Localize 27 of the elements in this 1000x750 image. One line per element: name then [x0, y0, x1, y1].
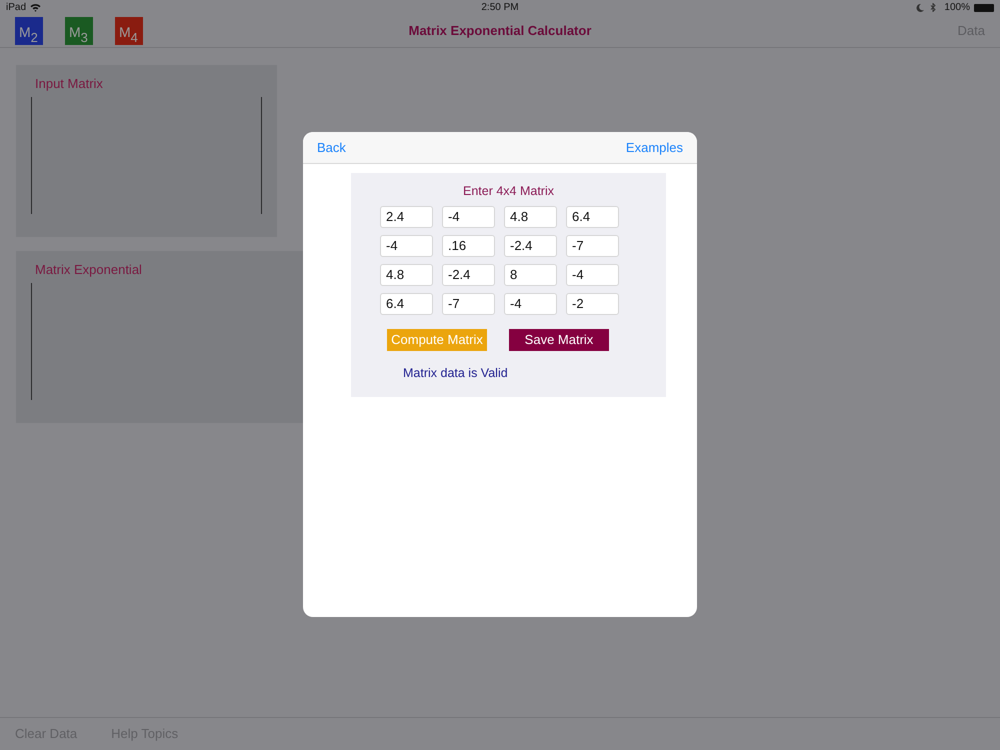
matrix-input-field[interactable]: -2 [566, 292, 619, 315]
carrier-label: iPad [6, 1, 26, 15]
matrix-input-field[interactable]: -4 [380, 234, 433, 257]
matrix-input-field[interactable]: -7 [442, 292, 495, 315]
matrix-input-field[interactable]: -4 [504, 292, 557, 315]
matrix-input-field[interactable]: 6.4 [566, 206, 619, 228]
matrix-heading: Enter 4x4 Matrix [462, 183, 555, 200]
save-button[interactable]: Save Matrix [509, 328, 609, 351]
matrix-input-field[interactable]: 2.4 [380, 206, 433, 228]
matrix-input-field[interactable]: -2.4 [442, 264, 495, 286]
matrix-input-field[interactable]: 6.4 [380, 292, 433, 315]
matrix-input-field[interactable]: 8 [504, 264, 557, 286]
battery-icon [974, 4, 994, 12]
wifi-icon [30, 3, 42, 12]
matrix-input-field[interactable]: 4.8 [504, 206, 557, 228]
matrix-input-field[interactable]: .16 [442, 234, 495, 257]
battery-percent: 100% [944, 1, 970, 15]
matrix-input-field[interactable]: 4.8 [380, 264, 433, 286]
validation-message: Matrix data is Valid [403, 364, 509, 382]
screen-title: Matrix Exponential Calculator [408, 22, 592, 40]
panel-title: Input Matrix [35, 75, 104, 93]
matrix-input-field[interactable]: -4 [566, 264, 619, 286]
matrix-input-field[interactable]: -7 [566, 234, 619, 257]
status-time: 2:50 PM [480, 1, 520, 15]
panel-title: Matrix Exponential [35, 261, 143, 279]
matrix-input-field[interactable]: -4 [442, 206, 495, 228]
matrix-input-field[interactable]: -2.4 [504, 234, 557, 257]
